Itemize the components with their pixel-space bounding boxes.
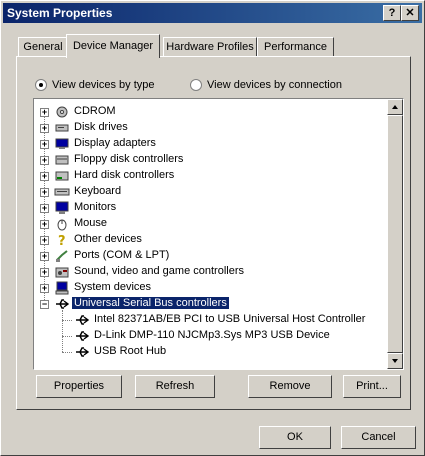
hard-disk-controller-icon	[55, 171, 69, 181]
tree-node[interactable]: + CDROM	[34, 104, 387, 120]
tree-node[interactable]: + Hard disk controllers	[34, 168, 387, 184]
tree-node[interactable]: + Disk drives	[34, 120, 387, 136]
collapse-icon[interactable]: −	[40, 300, 49, 309]
expand-icon[interactable]: +	[40, 284, 49, 293]
tree-child-node[interactable]: D-Link DMP-110 NJCMp3.Sys MP3 USB Device	[34, 328, 387, 344]
question-mark-icon: ?	[58, 234, 66, 247]
remove-button[interactable]: Remove	[248, 375, 332, 398]
tree-branch-line	[62, 352, 72, 353]
view-by-connection-label: View devices by connection	[207, 79, 342, 91]
usb-icon	[76, 331, 90, 341]
tree-branch-line	[62, 336, 72, 337]
port-icon	[56, 250, 68, 262]
usb-icon	[76, 347, 90, 357]
expand-icon[interactable]: +	[40, 124, 49, 133]
tree-node-label: Universal Serial Bus controllers	[71, 296, 230, 310]
usb-icon	[76, 315, 90, 325]
tab-performance[interactable]: Performance	[257, 37, 334, 56]
expand-icon[interactable]: +	[40, 220, 49, 229]
tree-node-label: Display adapters	[74, 137, 156, 149]
tree-node-label: Floppy disk controllers	[74, 153, 184, 165]
tree-node[interactable]: + Monitors	[34, 200, 387, 216]
tree-node-label: D-Link DMP-110 NJCMp3.Sys MP3 USB Device	[94, 329, 330, 341]
monitor-icon	[55, 201, 69, 214]
tree-node-label: Intel 82371AB/EB PCI to USB Universal Ho…	[94, 313, 366, 325]
tree-node[interactable]: − Universal Serial Bus controllers	[34, 296, 387, 312]
ok-button[interactable]: OK	[259, 426, 331, 449]
scroll-up-button[interactable]	[387, 99, 403, 115]
expand-icon[interactable]: +	[40, 172, 49, 181]
scroll-down-button[interactable]	[387, 353, 403, 369]
title-bar[interactable]: System Properties ? ✕	[3, 3, 422, 23]
tree-node-label: Hard disk controllers	[74, 169, 175, 181]
close-button[interactable]: ✕	[401, 5, 419, 21]
floppy-controller-icon	[55, 155, 69, 165]
expand-icon[interactable]: +	[40, 268, 49, 277]
tree-node[interactable]: + Display adapters	[34, 136, 387, 152]
expand-icon[interactable]: +	[40, 236, 49, 245]
help-button[interactable]: ?	[383, 5, 401, 21]
keyboard-icon	[54, 188, 70, 196]
tree-branch-line	[62, 320, 72, 321]
system-device-icon	[55, 281, 69, 295]
tree-child-node[interactable]: Intel 82371AB/EB PCI to USB Universal Ho…	[34, 312, 387, 328]
tree-scrollbar[interactable]	[387, 99, 403, 369]
disk-drive-icon	[55, 124, 69, 132]
mouse-icon	[57, 219, 67, 231]
device-tree-content: + CDROM + Disk drives + Display adapters + Flop…	[34, 99, 387, 369]
expand-icon[interactable]: +	[40, 252, 49, 261]
properties-button[interactable]: Properties	[36, 375, 122, 398]
arrow-down-icon	[392, 359, 398, 363]
sound-icon	[55, 267, 69, 278]
arrow-up-icon	[392, 105, 398, 109]
display-adapter-icon	[55, 138, 69, 149]
expand-icon[interactable]: +	[40, 204, 49, 213]
usb-icon	[56, 299, 70, 309]
tree-node[interactable]: +? Other devices	[34, 232, 387, 248]
view-by-connection-radio[interactable]	[190, 79, 202, 91]
expand-icon[interactable]: +	[40, 188, 49, 197]
expand-icon[interactable]: +	[40, 108, 49, 117]
expand-icon[interactable]: +	[40, 140, 49, 149]
cancel-button[interactable]: Cancel	[341, 426, 416, 449]
tab-general[interactable]: General	[18, 37, 68, 56]
tree-node[interactable]: + Sound, video and game controllers	[34, 264, 387, 280]
window-title: System Properties	[7, 6, 113, 20]
tree-node-label: System devices	[74, 281, 152, 293]
tree-node[interactable]: + Floppy disk controllers	[34, 152, 387, 168]
tab-device-manager[interactable]: Device Manager	[66, 34, 160, 58]
tree-node[interactable]: + System devices	[34, 280, 387, 296]
cdrom-icon	[56, 106, 68, 118]
tree-node[interactable]: + Mouse	[34, 216, 387, 232]
tree-node-label: Disk drives	[74, 121, 128, 133]
scroll-thumb[interactable]	[387, 115, 403, 353]
tab-hardware-profiles[interactable]: Hardware Profiles	[163, 37, 257, 56]
tree-node-label: Ports (COM & LPT)	[74, 249, 170, 261]
tree-node-label: Sound, video and game controllers	[74, 265, 244, 277]
refresh-button[interactable]: Refresh	[135, 375, 215, 398]
print-button[interactable]: Print...	[343, 375, 401, 398]
tree-node[interactable]: + Ports (COM & LPT)	[34, 248, 387, 264]
tree-node-label: Monitors	[74, 201, 117, 213]
tree-node[interactable]: + Keyboard	[34, 184, 387, 200]
view-by-type-label: View devices by type	[52, 79, 155, 91]
svg-text:?: ?	[58, 234, 66, 247]
tree-node-label: Keyboard	[74, 185, 122, 197]
tree-node-label: Mouse	[74, 217, 108, 229]
tree-node-label: USB Root Hub	[94, 345, 167, 357]
tree-node-label: CDROM	[74, 105, 116, 117]
expand-icon[interactable]: +	[40, 156, 49, 165]
view-by-type-radio[interactable]	[35, 79, 47, 91]
tree-child-node[interactable]: USB Root Hub	[34, 344, 387, 360]
tree-node-label: Other devices	[74, 233, 142, 245]
device-tree[interactable]: + CDROM + Disk drives + Display adapters + Flop…	[33, 98, 404, 370]
